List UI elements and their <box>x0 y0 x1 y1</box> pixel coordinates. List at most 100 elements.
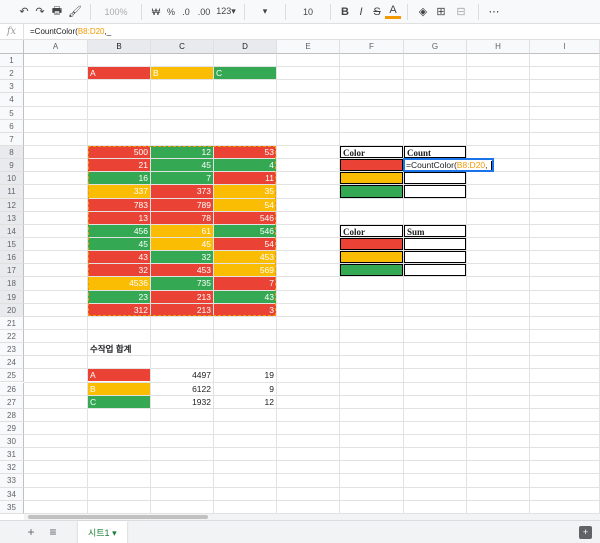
data-cell[interactable]: 54 <box>214 237 276 251</box>
row-header-23[interactable]: 23 <box>0 343 24 357</box>
data-cell[interactable]: 45 <box>151 237 213 251</box>
manual-label-cell[interactable]: C <box>88 395 150 408</box>
data-cell[interactable]: 500 <box>88 145 150 159</box>
data-cell[interactable]: 43 <box>88 251 150 264</box>
paint-format-icon[interactable]: 🖌 <box>66 3 84 21</box>
count_table-value-cell[interactable] <box>404 172 466 185</box>
row-header-17[interactable]: 17 <box>0 264 24 278</box>
data-cell[interactable]: 373 <box>151 185 213 198</box>
currency-button[interactable]: ₩ <box>148 3 164 21</box>
count_table-color-swatch[interactable] <box>340 185 403 198</box>
text-color-button[interactable]: A <box>385 4 401 19</box>
bold-button[interactable]: B <box>337 3 353 21</box>
manual-total-title[interactable]: 수작업 합계 <box>88 343 213 355</box>
row-header-18[interactable]: 18 <box>0 277 24 291</box>
row-header-15[interactable]: 15 <box>0 237 24 252</box>
row-header-28[interactable]: 28 <box>0 408 24 422</box>
manual-sum-cell[interactable]: 6122 <box>151 383 213 395</box>
cell-grid[interactable]: A B C 500 12 53 21 45 4 16 7 11 337 373 35 783 789 54 13 78… <box>24 54 600 514</box>
row-header-20[interactable]: 20 <box>0 303 24 317</box>
manual-sum-cell[interactable]: 1932 <box>151 396 213 408</box>
row-header-5[interactable]: 5 <box>0 106 24 120</box>
row-header-32[interactable]: 32 <box>0 461 24 475</box>
legend-cell-a[interactable]: A <box>88 67 150 80</box>
data-cell[interactable]: 213 <box>151 290 213 303</box>
print-icon[interactable]: 🖶 <box>48 3 66 21</box>
column-header-f[interactable]: F <box>340 40 404 54</box>
data-cell[interactable]: 4536 <box>88 277 150 290</box>
column-header-g[interactable]: G <box>404 40 467 54</box>
count_table-color-swatch[interactable] <box>340 159 403 172</box>
sum_table-header-color[interactable]: Color <box>340 224 403 237</box>
manual-count-cell[interactable]: 9 <box>214 383 276 395</box>
row-header-16[interactable]: 16 <box>0 251 24 265</box>
column-header-e[interactable]: E <box>277 40 340 54</box>
row-header-30[interactable]: 30 <box>0 435 24 449</box>
data-cell[interactable]: 45 <box>88 237 150 251</box>
row-header-1[interactable]: 1 <box>0 54 24 68</box>
data-cell[interactable]: 569 <box>214 264 276 277</box>
add-sheet-icon[interactable]: + <box>20 525 42 539</box>
row-header-2[interactable]: 2 <box>0 67 24 81</box>
data-cell[interactable]: 54 <box>214 198 276 211</box>
count_table-header-value[interactable]: Count <box>404 145 466 159</box>
active-cell-editor[interactable]: =CountColor(B8:D20, <box>403 158 494 173</box>
count_table-value-cell[interactable] <box>404 185 466 198</box>
row-header-7[interactable]: 7 <box>0 132 24 146</box>
manual-count-cell[interactable]: 19 <box>214 369 276 381</box>
row-header-35[interactable]: 35 <box>0 500 24 514</box>
data-cell[interactable]: 789 <box>151 198 213 211</box>
data-cell[interactable]: 45 <box>151 159 213 172</box>
formula-input[interactable]: =CountColor(B8:D20,_ <box>24 27 111 36</box>
row-header-13[interactable]: 13 <box>0 211 24 225</box>
borders-icon[interactable]: ⊞ <box>432 3 450 21</box>
row-header-34[interactable]: 34 <box>0 487 24 501</box>
data-cell[interactable]: 78 <box>151 211 213 224</box>
count_table-header-color[interactable]: Color <box>340 145 403 159</box>
row-header-9[interactable]: 9 <box>0 159 24 173</box>
select-all-corner[interactable] <box>0 40 24 54</box>
legend-cell-b[interactable]: B <box>151 67 213 80</box>
increase-decimal-button[interactable]: .00 <box>194 3 214 21</box>
manual-label-cell[interactable]: A <box>88 369 150 382</box>
scrollbar-thumb[interactable] <box>28 515 208 519</box>
data-cell[interactable]: 32 <box>151 251 213 264</box>
data-cell[interactable]: 23 <box>88 290 150 303</box>
number-format-select[interactable]: 123▾ <box>214 3 238 21</box>
data-cell[interactable]: 456 <box>88 224 150 237</box>
sum_table-value-cell[interactable] <box>404 251 466 264</box>
undo-icon[interactable]: ↶ <box>16 3 32 21</box>
data-cell[interactable]: 546 <box>214 224 276 237</box>
data-cell[interactable]: 783 <box>88 198 150 211</box>
data-cell[interactable]: 7 <box>151 172 213 185</box>
data-cell[interactable]: 7 <box>214 277 276 290</box>
sum_table-color-swatch[interactable] <box>340 264 403 277</box>
legend-cell-c[interactable]: C <box>214 67 276 80</box>
row-header-10[interactable]: 10 <box>0 172 24 186</box>
zoom-select[interactable]: 100% <box>97 3 135 21</box>
sum_table-color-swatch[interactable] <box>340 251 403 264</box>
fill-color-icon[interactable]: ◈ <box>414 3 432 21</box>
row-header-12[interactable]: 12 <box>0 198 24 212</box>
row-header-26[interactable]: 26 <box>0 382 24 396</box>
data-cell[interactable]: 53 <box>214 145 276 159</box>
data-cell[interactable]: 735 <box>151 277 213 290</box>
redo-icon[interactable]: ↷ <box>32 3 48 21</box>
decrease-decimal-button[interactable]: .0 <box>178 3 194 21</box>
row-header-24[interactable]: 24 <box>0 356 24 370</box>
row-header-27[interactable]: 27 <box>0 395 24 409</box>
data-cell[interactable]: 43 <box>214 290 276 303</box>
more-icon[interactable]: ⋯ <box>485 3 503 21</box>
column-header-c[interactable]: C <box>151 40 214 54</box>
sum_table-value-cell[interactable] <box>404 264 466 277</box>
column-header-a[interactable]: A <box>24 40 88 54</box>
data-cell[interactable]: 11 <box>214 172 276 185</box>
row-header-3[interactable]: 3 <box>0 80 24 94</box>
data-cell[interactable]: 453 <box>151 264 213 277</box>
explore-icon[interactable]: + <box>579 526 592 539</box>
data-cell[interactable]: 213 <box>151 303 213 316</box>
merge-cells-icon[interactable]: ⊟ <box>450 3 472 21</box>
data-cell[interactable]: 453 <box>214 251 276 264</box>
data-cell[interactable]: 337 <box>88 185 150 198</box>
count_table-color-swatch[interactable] <box>340 172 403 185</box>
